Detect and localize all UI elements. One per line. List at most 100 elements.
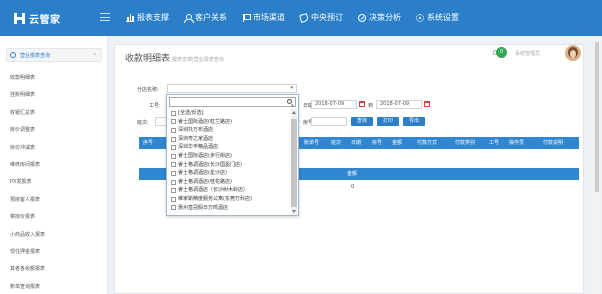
dropdown-option[interactable]: 睿士国际酒店(步行街店) [169, 152, 290, 161]
chevron-left-icon: ‹ [93, 51, 96, 58]
page-scrollbar[interactable] [594, 36, 600, 294]
caret-down-icon: ▾ [290, 85, 293, 91]
column-header[interactable]: 付款说明 [543, 137, 563, 149]
sidebar-item-rate-adjust[interactable]: 房价调整表 [0, 122, 107, 139]
avatar[interactable] [565, 45, 581, 61]
sidebar-item-reserved-guests[interactable]: 预房客人报表 [0, 192, 107, 209]
dropdown-option[interactable]: 深圳托万布酒店 [169, 126, 290, 135]
calendar-icon[interactable] [359, 101, 365, 107]
calendar-icon[interactable] [424, 101, 430, 107]
sidebar-item-goods-income[interactable]: 小商品收入报表 [0, 227, 107, 244]
nav-item-crm[interactable]: 客户关系 [184, 12, 227, 23]
sidebar-item-maintenance[interactable]: 维修房间报表 [0, 157, 107, 174]
nav-label: 决策分析 [369, 13, 401, 22]
sidebar-list: 收款明细表 挂账明细表 收银汇总表 房价调整表 房价冲减表 维修房间报表 PX发… [0, 70, 107, 294]
menu-toggle-icon[interactable] [100, 13, 110, 21]
option-label: 惠州皇冠假日万鸣酒店 [178, 204, 229, 211]
option-label: 睿士格调酒店（长沙树木岭店） [178, 187, 249, 194]
sidebar-item-balance[interactable]: 其者各余额报表 [0, 261, 107, 278]
sidebar-item-payment-detail[interactable]: 收款明细表 [0, 70, 107, 87]
branch-label: 分店名称: [137, 87, 159, 93]
option-label: 睿士格调酒店(星沙店) [178, 170, 227, 177]
sidebar-section-header[interactable]: 营业报表查询 ‹ [6, 48, 102, 62]
dropdown-option[interactable]: 深圳粤之家酒店 [169, 135, 290, 144]
column-header[interactable]: 操作员 [509, 137, 524, 149]
user-name[interactable]: 系统管理员 [515, 50, 540, 57]
scrollbar-thumb[interactable] [595, 42, 599, 192]
top-navigation-bar: 云管家 报表支撑 客户关系 市场渠道 中央预订 决策分析 系统设置 [0, 0, 602, 36]
scrollbar-thumb[interactable] [291, 119, 297, 207]
dropdown-option[interactable]: 维家斯精度服务公寓(东莞万科店) [169, 195, 290, 204]
room-input[interactable] [311, 117, 347, 126]
checkbox[interactable] [171, 119, 176, 125]
notification-badge[interactable]: 0 [496, 47, 507, 58]
dropdown-option[interactable]: 睿士格调酒店(星沙店) [169, 169, 290, 178]
option-label: 睿士国际酒店(步行街店) [178, 152, 232, 159]
checkbox[interactable] [171, 170, 176, 176]
sidebar-item-rate-offset[interactable]: 房价冲减表 [0, 140, 107, 157]
checkbox[interactable] [171, 153, 176, 159]
checkbox[interactable] [171, 196, 176, 202]
checkbox[interactable] [171, 179, 176, 185]
checkbox[interactable] [171, 136, 176, 142]
nav-item-central-booking[interactable]: 中央预订 [299, 12, 343, 23]
column-header[interactable]: 房号 [372, 137, 382, 149]
sidebar-section-label: 营业报表查询 [20, 52, 51, 59]
option-label: 睿士格调酒店(桂花路店) [178, 178, 232, 185]
dropdown-option[interactable]: [全选/反选] [169, 109, 290, 118]
date-range-separator: 到 [368, 103, 374, 109]
export-button[interactable]: 导出 [403, 117, 425, 126]
shift-label: 班次: [137, 120, 149, 126]
page-title-text: 收款明细表 [125, 54, 171, 64]
branch-select[interactable]: ▾ [167, 84, 297, 93]
column-header[interactable]: 班次 [331, 137, 341, 149]
print-button[interactable]: 打印 [377, 117, 399, 126]
nav-item-reports[interactable]: 报表支撑 [126, 12, 169, 23]
column-header[interactable]: 付款类别 [455, 137, 475, 149]
column-header[interactable]: 日期 [351, 137, 361, 149]
column-header[interactable]: 金额 [392, 137, 402, 149]
scroll-down-icon[interactable] [292, 210, 296, 213]
dropdown-option[interactable]: 睿士国际酒店(虹兰路店) [169, 118, 290, 127]
dropdown-option[interactable]: 睿士格调酒店(长沙国盈门店) [169, 161, 290, 170]
brand[interactable]: 云管家 [14, 11, 61, 26]
checkbox[interactable] [171, 127, 176, 133]
gear-icon [416, 13, 424, 22]
dropdown-option[interactable]: 深圳华丰精品酒店 [169, 143, 290, 152]
option-label: 深圳粤之家酒店 [178, 135, 214, 142]
nav-item-analysis[interactable]: 决策分析 [358, 12, 401, 23]
date-to-input[interactable]: 2018-07-09 [376, 100, 422, 109]
sidebar: 营业报表查询 ‹ 收款明细表 挂账明细表 收银汇总表 房价调整表 房价冲减表 维… [0, 36, 108, 294]
column-header[interactable]: 账单号 [304, 137, 319, 149]
sidebar-item-cashier-summary[interactable]: 收银汇总表 [0, 105, 107, 122]
sidebar-item-room-rate[interactable]: 菜房价报表 [0, 209, 107, 226]
sidebar-item-bill-query[interactable]: 账单查询报表 [0, 279, 107, 294]
app-logo-icon [14, 12, 25, 24]
dropdown-list: [全选/反选] 睿士国际酒店(虹兰路店) 深圳托万布酒店 深圳粤之家酒店 深圳华… [169, 109, 290, 212]
checkbox[interactable] [171, 110, 176, 116]
dropdown-scrollbar[interactable] [291, 109, 297, 215]
option-label: 深圳托万布酒店 [178, 127, 214, 134]
staff-label: 工号: [149, 103, 161, 109]
search-button[interactable]: 查找 [351, 117, 373, 126]
sidebar-item-px-report[interactable]: PX发报表 [0, 174, 107, 191]
date-from-input[interactable]: 2018-07-09 [311, 100, 357, 109]
nav-item-channels[interactable]: 市场渠道 [242, 12, 285, 23]
sidebar-item-credit-detail[interactable]: 挂账明细表 [0, 87, 107, 104]
option-label: 睿士国际酒店(虹兰路店) [178, 118, 232, 125]
scroll-up-icon[interactable] [292, 111, 296, 114]
sidebar-item-deposit[interactable]: 现住押金报表 [0, 244, 107, 261]
checkbox[interactable] [171, 162, 176, 168]
app-name: 云管家 [29, 14, 61, 26]
column-header[interactable]: 序号 [143, 137, 153, 149]
column-header[interactable]: 付款方式 [417, 137, 437, 149]
dropdown-search-input[interactable] [169, 97, 296, 107]
checkbox[interactable] [171, 188, 176, 194]
checkbox[interactable] [171, 145, 176, 151]
nav-item-settings[interactable]: 系统设置 [416, 12, 459, 23]
dropdown-option[interactable]: 睿士格调酒店(桂花路店) [169, 178, 290, 187]
checkbox[interactable] [171, 205, 176, 211]
dropdown-option[interactable]: 惠州皇冠假日万鸣酒店 [169, 204, 290, 213]
dropdown-option[interactable]: 睿士格调酒店（长沙树木岭店） [169, 186, 290, 195]
column-header[interactable]: 工号 [489, 137, 499, 149]
